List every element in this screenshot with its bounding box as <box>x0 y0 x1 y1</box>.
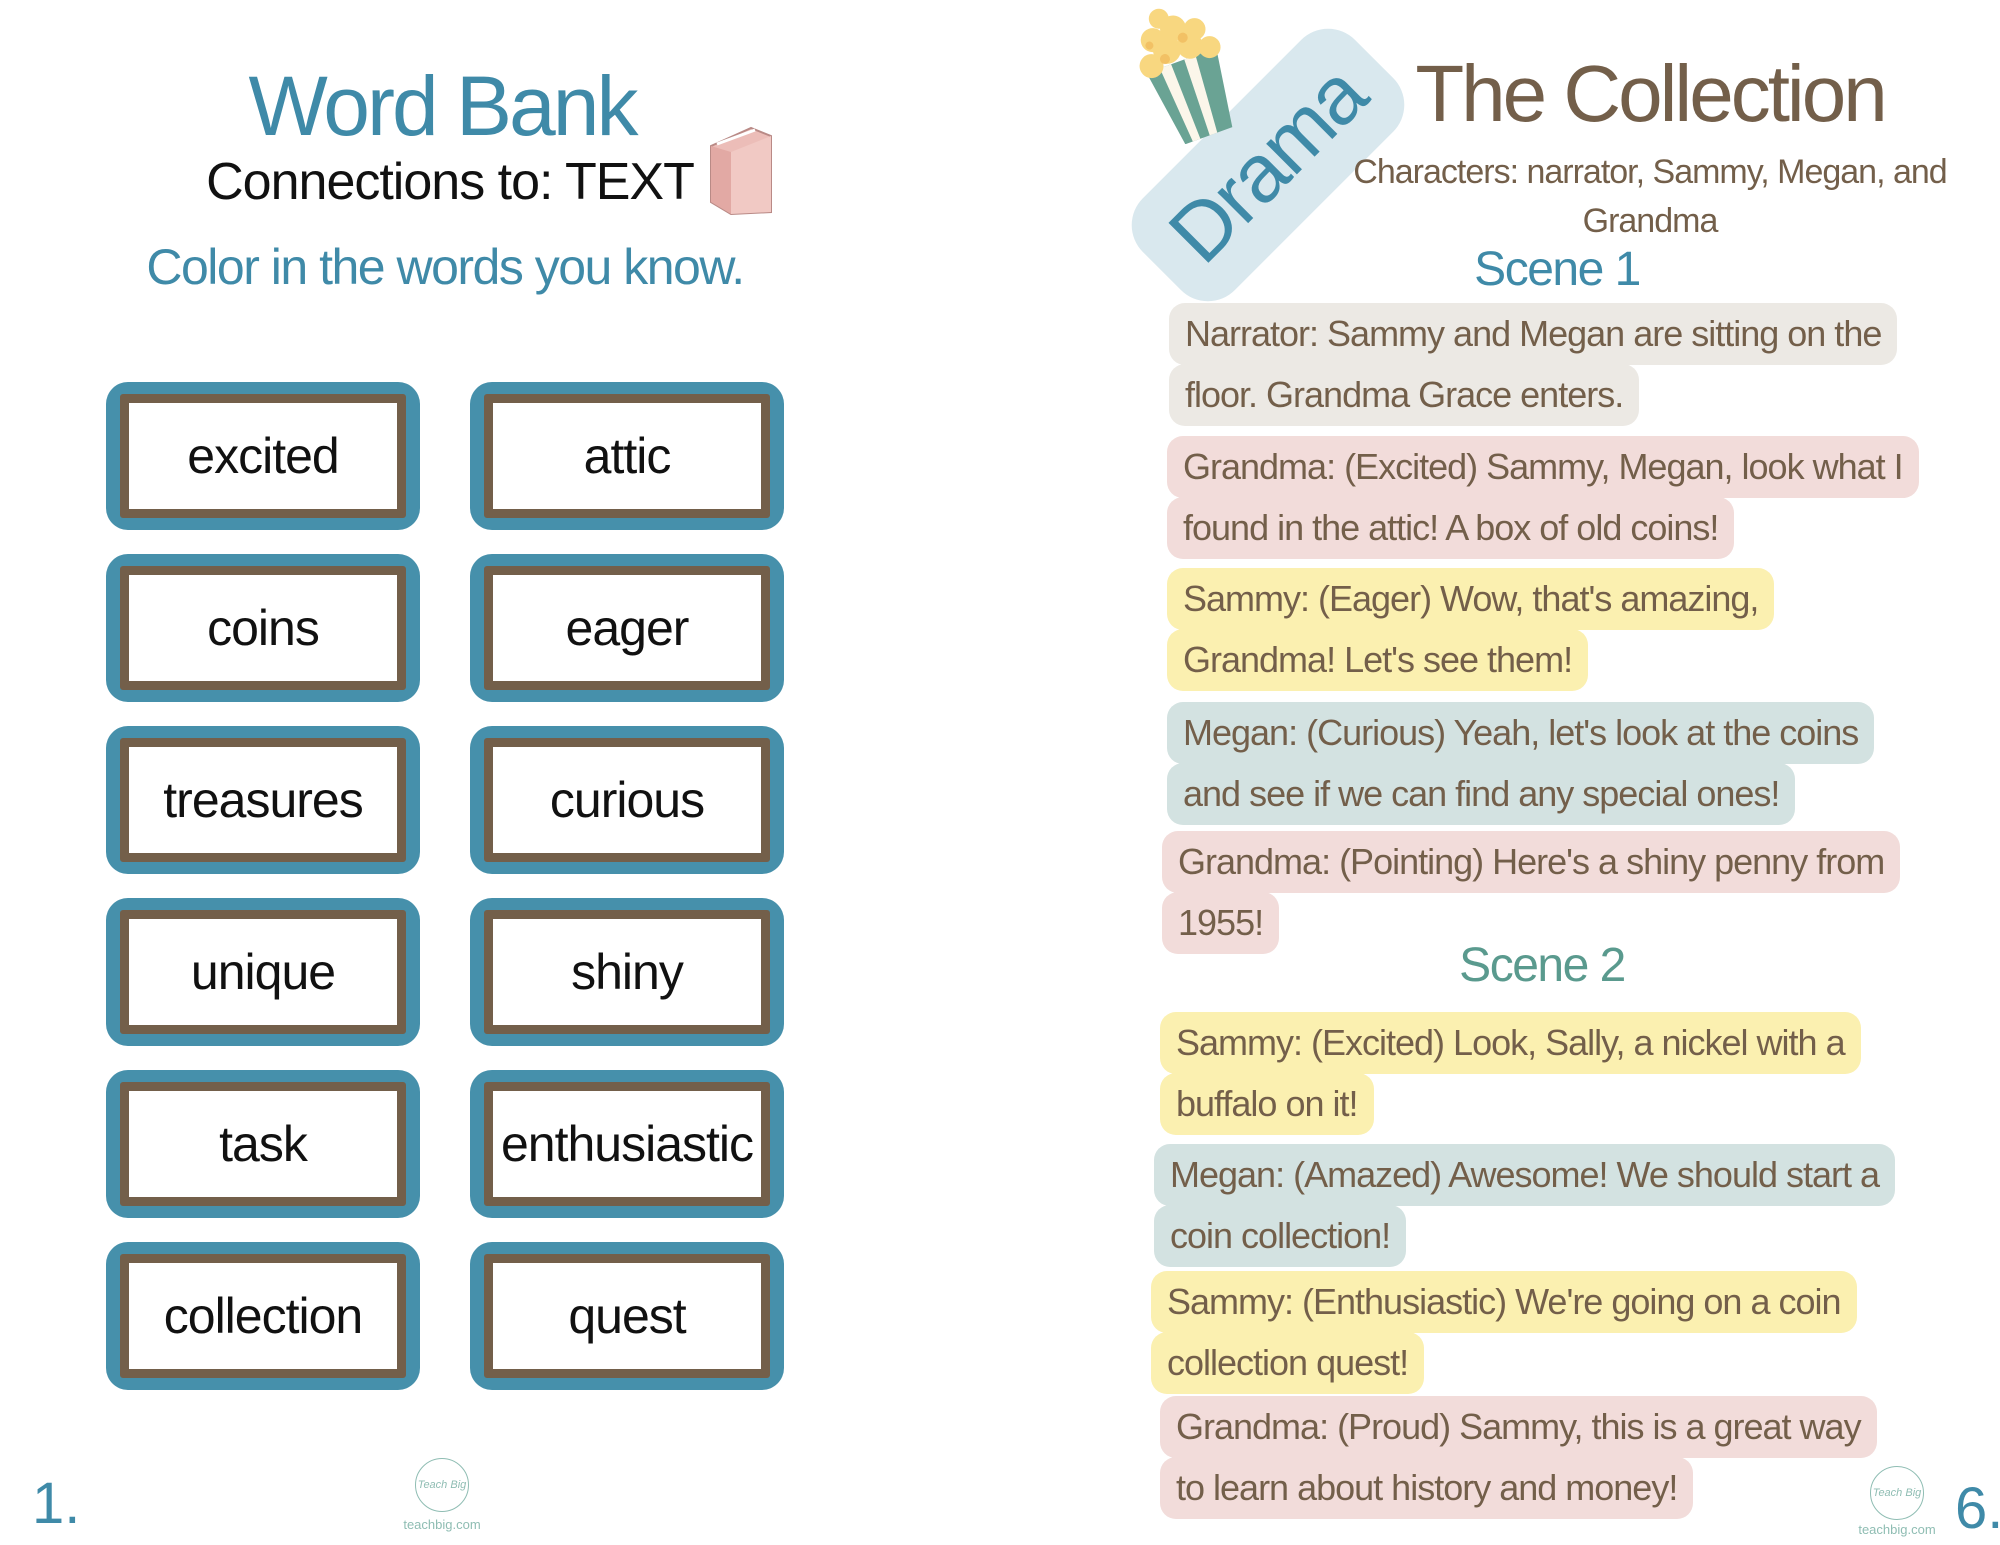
play-title: The Collection <box>1415 49 1887 138</box>
teachbig-logo-right: Teach Big <box>1870 1466 1924 1520</box>
word-box-shiny[interactable]: shiny <box>470 898 784 1046</box>
book-icon <box>710 126 772 216</box>
dialogue-line: Sammy: (Enthusiastic) We're going on a c… <box>1151 1271 1857 1333</box>
word-box-attic[interactable]: attic <box>470 382 784 530</box>
word-label: attic <box>484 394 770 518</box>
word-label: shiny <box>484 910 770 1034</box>
characters-line-2: Grandma <box>1582 202 1719 240</box>
dialogue-line: 1955! <box>1162 892 1280 954</box>
dialogue-line: Narrator: Sammy and Megan are sitting on… <box>1169 303 1898 365</box>
word-box-coins[interactable]: coins <box>106 554 420 702</box>
dialogue-line: found in the attic! A box of old coins! <box>1167 497 1735 559</box>
dialogue-bubble-sammy: Sammy: (Enthusiastic) We're going on a c… <box>1151 1271 1857 1394</box>
dialogue-line: Grandma: (Pointing) Here's a shiny penny… <box>1162 831 1901 893</box>
logo-url-right: teachbig.com <box>1858 1522 1936 1537</box>
dialogue-line: collection quest! <box>1151 1332 1425 1394</box>
dialogue-bubble-sammy: Sammy: (Excited) Look, Sally, a nickel w… <box>1160 1012 1861 1135</box>
dialogue-line: Grandma: (Excited) Sammy, Megan, look wh… <box>1167 436 1919 498</box>
instruction-text: Color in the words you know. <box>146 239 745 295</box>
characters-list: Characters: narrator, Sammy, Megan, and … <box>1340 148 1960 246</box>
word-label: coins <box>120 566 406 690</box>
word-label: enthusiastic <box>484 1082 770 1206</box>
dialogue-line: to learn about history and money! <box>1160 1457 1694 1519</box>
word-label: excited <box>120 394 406 518</box>
dialogue-bubble-narrator: Narrator: Sammy and Megan are sitting on… <box>1169 303 1898 426</box>
characters-line-1: Characters: narrator, Sammy, Megan, and <box>1353 153 1947 191</box>
page-number-right: 6. <box>1955 1476 2000 1541</box>
word-box-excited[interactable]: excited <box>106 382 420 530</box>
word-box-treasures[interactable]: treasures <box>106 726 420 874</box>
word-box-quest[interactable]: quest <box>470 1242 784 1390</box>
dialogue-line: Megan: (Curious) Yeah, let's look at the… <box>1167 702 1875 764</box>
page-number-left: 1. <box>32 1471 81 1536</box>
word-box-curious[interactable]: curious <box>470 726 784 874</box>
dialogue-bubble-grandma: Grandma: (Pointing) Here's a shiny penny… <box>1162 831 1901 954</box>
scene-1-heading: Scene 1 <box>1474 243 1641 296</box>
dialogue-line: buffalo on it! <box>1160 1073 1374 1135</box>
word-label: eager <box>484 566 770 690</box>
word-label: curious <box>484 738 770 862</box>
word-label: unique <box>120 910 406 1034</box>
dialogue-line: Grandma! Let's see them! <box>1167 629 1589 691</box>
popcorn-icon <box>1139 8 1233 144</box>
word-box-unique[interactable]: unique <box>106 898 420 1046</box>
word-box-eager[interactable]: eager <box>470 554 784 702</box>
logo-url: teachbig.com <box>403 1517 481 1532</box>
dialogue-bubble-megan: Megan: (Curious) Yeah, let's look at the… <box>1167 702 1875 825</box>
dialogue-line: coin collection! <box>1154 1205 1407 1267</box>
word-bank-title: Word Bank <box>248 59 639 153</box>
word-box-enthusiastic[interactable]: enthusiastic <box>470 1070 784 1218</box>
dialogue-line: Grandma: (Proud) Sammy, this is a great … <box>1160 1396 1877 1458</box>
dialogue-bubble-megan: Megan: (Amazed) Awesome! We should start… <box>1154 1144 1896 1267</box>
teachbig-logo: Teach Big <box>415 1458 469 1512</box>
word-box-task[interactable]: task <box>106 1070 420 1218</box>
dialogue-bubble-sammy: Sammy: (Eager) Wow, that's amazing, Grand… <box>1167 568 1775 691</box>
dialogue-line: floor. Grandma Grace enters. <box>1169 364 1640 426</box>
dialogue-line: Sammy: (Eager) Wow, that's amazing, <box>1167 568 1775 630</box>
dialogue-bubble-grandma: Grandma: (Proud) Sammy, this is a great … <box>1160 1396 1877 1519</box>
word-bank-subtitle: Connections to: TEXT <box>206 153 695 211</box>
word-label: treasures <box>120 738 406 862</box>
word-box-collection[interactable]: collection <box>106 1242 420 1390</box>
dialogue-line: and see if we can find any special ones! <box>1167 763 1796 825</box>
word-label: collection <box>120 1254 406 1378</box>
dialogue-line: Sammy: (Excited) Look, Sally, a nickel w… <box>1160 1012 1861 1074</box>
dialogue-bubble-grandma: Grandma: (Excited) Sammy, Megan, look wh… <box>1167 436 1919 559</box>
word-label: quest <box>484 1254 770 1378</box>
word-label: task <box>120 1082 406 1206</box>
dialogue-line: Megan: (Amazed) Awesome! We should start… <box>1154 1144 1896 1206</box>
